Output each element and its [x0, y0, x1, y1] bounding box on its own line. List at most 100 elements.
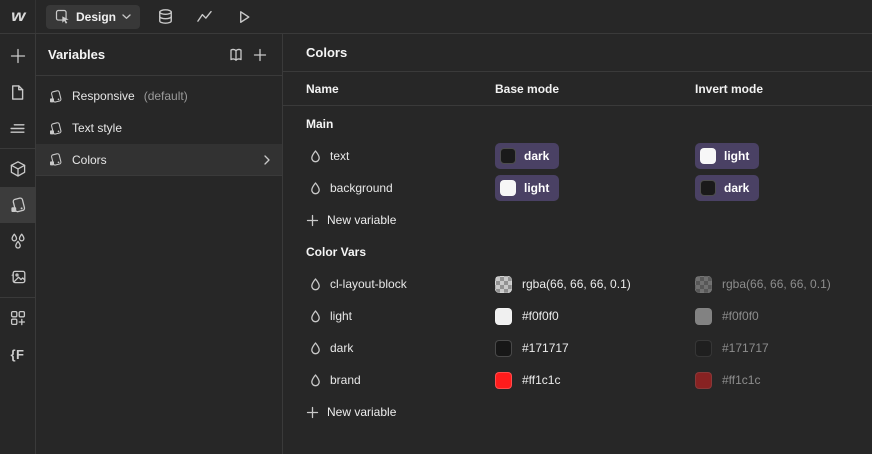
variables-panel: Variables Responsive (default) Text styl… [36, 34, 283, 454]
variable-row-brand[interactable]: brand #ff1c1c #ff1c1c [283, 364, 872, 396]
section-row-color-vars: Color Vars [283, 236, 872, 268]
new-variable-button[interactable]: New variable [306, 405, 495, 419]
variable-name: brand [330, 373, 361, 387]
color-swatch [700, 180, 716, 196]
variable-row-light[interactable]: light #f0f0f0 #f0f0f0 [283, 300, 872, 332]
library-book-icon[interactable] [224, 43, 248, 67]
invert-mode-value[interactable]: #ff1c1c [695, 371, 872, 389]
variable-row-cl-layout-block[interactable]: cl-layout-block rgba(66, 66, 66, 0.1) rg… [283, 268, 872, 300]
color-swatch [495, 371, 512, 389]
alias-label: dark [724, 181, 750, 195]
webflow-logo-glyph: w [10, 7, 25, 25]
variables-swatch-icon [48, 152, 63, 167]
variable-name: text [330, 149, 350, 163]
column-header-name: Name [306, 81, 339, 96]
color-swatch [695, 339, 712, 357]
color-swatch [495, 275, 512, 293]
design-mode-label: Design [76, 9, 117, 24]
base-mode-value[interactable]: #f0f0f0 [495, 307, 695, 325]
invert-mode-value-pill[interactable]: dark [695, 175, 760, 201]
alias-label: light [724, 149, 750, 163]
section-label: Color Vars [306, 245, 367, 259]
preview-play-icon[interactable] [229, 3, 257, 31]
chevron-right-icon [264, 154, 270, 165]
topbar: w Design [0, 0, 872, 34]
new-variable-row-color-vars: New variable [283, 396, 872, 428]
collection-label: Text style [72, 121, 123, 135]
variables-panel-header: Variables [36, 34, 282, 76]
invert-mode-value-pill[interactable]: light [695, 143, 760, 169]
variables-swatch-icon [48, 89, 63, 104]
assets-image-icon[interactable] [0, 259, 36, 295]
new-variable-button[interactable]: New variable [306, 213, 495, 227]
column-header-invert-mode: Invert mode [695, 81, 764, 96]
plus-icon [306, 406, 319, 419]
invert-mode-value[interactable]: rgba(66, 66, 66, 0.1) [695, 275, 872, 293]
droplet-icon [310, 341, 321, 355]
apps-grid-icon[interactable] [0, 300, 36, 336]
variable-name: light [330, 309, 353, 323]
variable-name: dark [330, 341, 354, 355]
styles-droplets-icon[interactable] [0, 223, 36, 259]
collection-label: Colors [72, 152, 107, 167]
color-swatch [495, 339, 512, 357]
components-cube-icon[interactable] [0, 151, 36, 187]
color-value: #171717 [722, 341, 769, 355]
variables-swatch-icon[interactable] [0, 187, 36, 223]
base-mode-value-pill[interactable]: dark [495, 143, 560, 169]
variables-swatch-icon [48, 121, 63, 136]
base-mode-value-pill[interactable]: light [495, 175, 560, 201]
droplet-icon [310, 373, 321, 387]
collection-item-text-style[interactable]: Text style [36, 112, 282, 144]
plus-icon [306, 214, 319, 227]
droplet-icon [310, 277, 321, 291]
color-swatch [695, 275, 712, 293]
variables-panel-title: Variables [48, 47, 106, 62]
navigator-icon[interactable] [0, 110, 36, 146]
collection-label: Responsive [72, 89, 135, 103]
color-value: #ff1c1c [522, 373, 561, 387]
color-swatch [695, 371, 712, 389]
base-mode-value[interactable]: #171717 [495, 339, 695, 357]
add-element-icon[interactable] [0, 38, 36, 74]
color-swatch [500, 148, 516, 164]
color-swatch [700, 148, 716, 164]
finsweet-extension-icon[interactable]: {F [0, 336, 36, 372]
color-value: #f0f0f0 [522, 309, 559, 323]
add-collection-icon[interactable] [248, 43, 272, 67]
new-variable-label: New variable [327, 213, 397, 227]
finsweet-label: {F [10, 346, 25, 362]
variable-row-dark[interactable]: dark #171717 #171717 [283, 332, 872, 364]
droplet-icon [310, 309, 321, 323]
cms-database-icon[interactable] [151, 3, 179, 31]
variable-row-background[interactable]: background light dark [283, 172, 872, 204]
color-swatch [500, 180, 516, 196]
section-row-main: Main [283, 108, 872, 140]
section-label: Main [306, 117, 334, 131]
droplet-icon [310, 181, 321, 195]
design-mode-button[interactable]: Design [46, 4, 141, 29]
pages-icon[interactable] [0, 74, 36, 110]
collection-item-responsive[interactable]: Responsive (default) [36, 80, 282, 112]
base-mode-value[interactable]: #ff1c1c [495, 371, 695, 389]
collection-header: Colors [283, 34, 872, 72]
color-swatch [695, 307, 712, 325]
color-value: rgba(66, 66, 66, 0.1) [522, 277, 631, 291]
base-mode-value[interactable]: rgba(66, 66, 66, 0.1) [495, 275, 695, 293]
alias-label: light [524, 181, 550, 195]
collection-item-colors[interactable]: Colors [36, 144, 282, 176]
variable-name: cl-layout-block [330, 277, 407, 291]
variable-row-text[interactable]: text dark light [283, 140, 872, 172]
colors-collection-panel: Colors Name Base mode Invert mode Main t… [283, 34, 872, 454]
select-cursor-icon [55, 9, 70, 24]
left-toolbar-rail: {F [0, 34, 36, 454]
variable-name: background [330, 181, 393, 195]
collection-title: Colors [306, 45, 348, 60]
webflow-logo[interactable]: w [0, 0, 36, 33]
invert-mode-value[interactable]: #f0f0f0 [695, 307, 872, 325]
rail-divider [0, 297, 36, 298]
color-value: rgba(66, 66, 66, 0.1) [722, 277, 831, 291]
color-value: #f0f0f0 [722, 309, 759, 323]
analytics-icon[interactable] [190, 3, 218, 31]
invert-mode-value[interactable]: #171717 [695, 339, 872, 357]
